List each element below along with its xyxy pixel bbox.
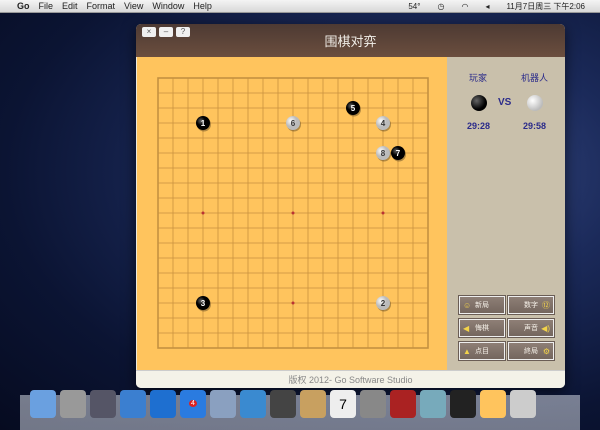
go-board[interactable]: 1 2 3 4 5 6 7 8	[137, 57, 447, 370]
star-point	[291, 211, 295, 215]
button-label: 終局	[524, 348, 538, 355]
undo-icon: ◀	[463, 323, 470, 333]
computer-timer: 29:58	[523, 121, 547, 131]
dock-calendar-icon[interactable]: 7	[330, 390, 356, 418]
button-new-game[interactable]: ☺ 新局	[458, 295, 506, 315]
button-label: 数字	[524, 302, 538, 309]
dock-itunes-icon[interactable]	[150, 390, 176, 418]
button-label: 新局	[475, 302, 489, 309]
stone-number: 6	[291, 119, 296, 128]
button-undo[interactable]: ◀ 悔棋	[458, 318, 506, 338]
wifi-icon[interactable]: ◠	[461, 2, 468, 11]
button-count[interactable]: ▲ 点目	[458, 341, 506, 361]
new-game-icon: ☺	[463, 300, 472, 310]
clock-icon[interactable]: ◷	[437, 2, 444, 11]
stone-number: 4	[381, 119, 386, 128]
stone-number: 8	[381, 149, 386, 158]
number-icon: ⑫	[542, 300, 550, 310]
copyright-footer: 版权 2012- Go Software Studio	[136, 370, 565, 388]
dock-finder-icon[interactable]	[30, 390, 56, 418]
dock-system-preferences-icon[interactable]	[360, 390, 386, 418]
stone-number: 3	[201, 299, 206, 308]
dock-safari-icon[interactable]	[240, 390, 266, 418]
board-grid[interactable]: 1 2 3 4 5 6 7 8	[137, 57, 447, 370]
star-point	[201, 211, 205, 215]
computer-label: 机器人	[521, 73, 549, 83]
menu-window[interactable]: Window	[152, 1, 184, 11]
dock-terminal-icon[interactable]	[450, 390, 476, 418]
stone-number: 2	[381, 299, 386, 308]
button-end[interactable]: ⚙ 終局	[507, 341, 555, 361]
sound-icon: ◀)	[541, 323, 550, 333]
side-panel: 玩家 机器人 VS 29:28 29:58 ☺ 新局 ⑫ 数字 ◀ 悔棋 ◀) 声音 ▲ 点目 ⚙ 終…	[447, 57, 565, 370]
vs-label: VS	[498, 97, 512, 108]
menu-file[interactable]: File	[39, 1, 54, 11]
badge: 4	[189, 400, 197, 407]
menu-edit[interactable]: Edit	[62, 1, 78, 11]
go-window: × – ? 围棋对弈 1 2 3 4 5 6 7 8 玩家 机器人 VS 29:28 29:5…	[136, 24, 565, 388]
stone-number: 7	[396, 149, 401, 158]
temperature: 54°	[408, 2, 421, 11]
menu-view[interactable]: View	[124, 1, 143, 11]
dock-go-app-icon[interactable]	[480, 390, 506, 418]
end-icon: ⚙	[542, 346, 550, 356]
dock-xcode-icon[interactable]	[120, 390, 146, 418]
menu-format[interactable]: Format	[87, 1, 116, 11]
dock-network-icon[interactable]	[420, 390, 446, 418]
star-point	[291, 301, 295, 305]
dock-photo-booth-icon[interactable]	[390, 390, 416, 418]
dock-facetime-icon[interactable]	[270, 390, 296, 418]
volume-icon[interactable]: ◂	[485, 2, 489, 11]
calendar-day: 7	[339, 396, 347, 412]
menu-help[interactable]: Help	[193, 1, 212, 11]
dock-folder-icon[interactable]	[510, 390, 536, 418]
stone-number: 5	[351, 104, 356, 113]
black-stone-icon	[471, 95, 487, 111]
player-timer: 29:28	[467, 121, 491, 131]
star-point	[381, 211, 385, 215]
button-sound[interactable]: ◀) 声音	[507, 318, 555, 338]
dock-address-book-icon[interactable]	[300, 390, 326, 418]
title-bar[interactable]: × – ? 围棋对弈	[136, 24, 565, 57]
stone-number: 1	[201, 119, 206, 128]
count-icon: ▲	[463, 346, 471, 356]
dock-mission-control-icon[interactable]	[90, 390, 116, 418]
button-label: 声音	[524, 325, 538, 332]
dock-mail-icon[interactable]	[210, 390, 236, 418]
button-label: 点目	[475, 348, 489, 355]
window-title: 围棋对弈	[324, 34, 377, 49]
menubar-clock[interactable]: 11月7日周三 下午2:06	[506, 1, 585, 12]
menu-app[interactable]: Go	[17, 1, 30, 11]
player-label: 玩家	[469, 73, 488, 83]
menu-bar: Go File Edit Format View Window Help 54°…	[0, 0, 600, 13]
button-number[interactable]: ⑫ 数字	[507, 295, 555, 315]
button-label: 悔棋	[475, 325, 489, 332]
dock-launchpad-icon[interactable]	[60, 390, 86, 418]
dock-app-store-icon[interactable]: 4	[180, 390, 206, 418]
white-stone-icon	[527, 95, 543, 111]
